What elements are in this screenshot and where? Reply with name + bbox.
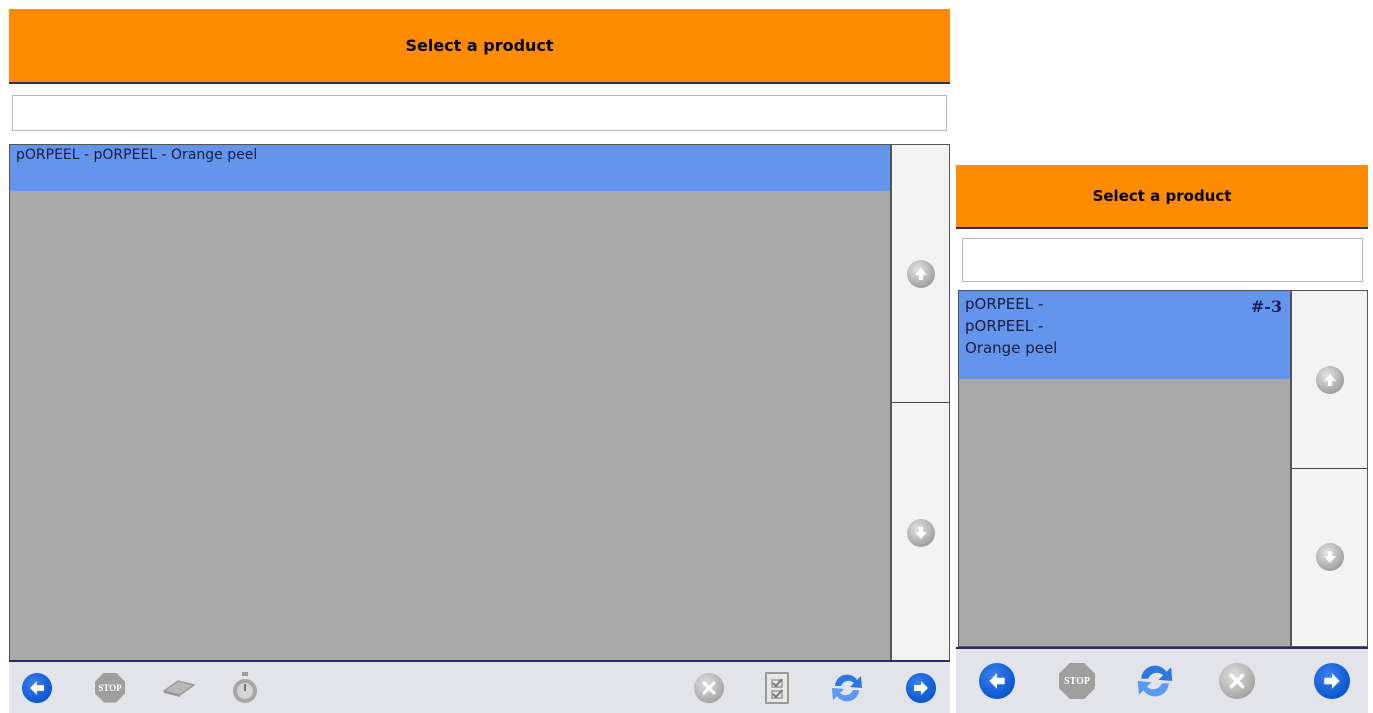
product-list: pORPEEL - pORPEEL - Orange peel #-3	[958, 290, 1291, 647]
back-arrow-icon	[979, 663, 1015, 699]
search-input[interactable]	[12, 95, 947, 131]
stop-button[interactable]: STOP	[95, 672, 125, 703]
scrollbar	[891, 144, 950, 663]
scroll-down-button[interactable]	[1292, 468, 1367, 646]
page-title: Select a product	[9, 9, 950, 84]
header-title: Select a product	[1092, 187, 1232, 205]
checklist-button[interactable]	[764, 671, 790, 705]
checklist-icon	[765, 671, 789, 704]
list-item-line: pORPEEL -	[965, 317, 1044, 335]
search-area	[9, 84, 950, 144]
item-count-badge: #-3	[1250, 297, 1282, 316]
stopwatch-icon	[233, 671, 257, 703]
stop-icon-label: STOP	[1064, 675, 1090, 687]
erase-button[interactable]	[160, 677, 198, 699]
product-list: pORPEEL - pORPEEL - Orange peel	[9, 144, 891, 663]
back-arrow-icon	[22, 672, 52, 703]
scrollbar	[1291, 290, 1368, 647]
list-item[interactable]: pORPEEL - pORPEEL - Orange peel	[10, 145, 890, 191]
search-input[interactable]	[962, 238, 1363, 282]
bottom-toolbar: STOP	[956, 647, 1368, 713]
list-item-line: Orange peel	[965, 339, 1058, 357]
arrow-up-icon	[1315, 365, 1344, 394]
arrow-down-icon	[906, 518, 935, 547]
list-item-label: pORPEEL - pORPEEL - Orange peel	[16, 147, 258, 163]
arrow-down-icon	[1315, 543, 1344, 571]
product-selector-large: Select a product pORPEEL - pORPEEL - Ora…	[9, 9, 950, 713]
arrow-up-icon	[906, 259, 935, 288]
refresh-icon	[1137, 665, 1173, 697]
cancel-button[interactable]	[694, 672, 724, 703]
stop-icon: STOP	[1059, 663, 1095, 699]
forward-button[interactable]	[1314, 663, 1350, 699]
timer-button[interactable]	[231, 671, 259, 705]
list-item[interactable]: pORPEEL - pORPEEL - Orange peel #-3	[959, 291, 1290, 379]
header-title: Select a product	[405, 36, 554, 55]
refresh-button[interactable]	[827, 668, 867, 708]
page-title: Select a product	[956, 165, 1368, 229]
list-item-line: pORPEEL -	[965, 295, 1044, 313]
stop-button[interactable]: STOP	[1059, 663, 1095, 699]
stop-icon: STOP	[95, 672, 125, 703]
cancel-icon	[694, 672, 724, 703]
bottom-toolbar: STOP	[9, 660, 950, 713]
refresh-button[interactable]	[1132, 658, 1178, 704]
forward-arrow-icon	[1314, 663, 1350, 699]
scroll-up-button[interactable]	[1292, 291, 1367, 469]
cancel-button[interactable]	[1219, 663, 1255, 699]
eraser-icon	[162, 679, 196, 697]
scroll-down-button[interactable]	[892, 403, 949, 662]
scroll-up-button[interactable]	[892, 145, 949, 403]
refresh-icon	[832, 674, 862, 701]
stop-icon-label: STOP	[98, 682, 122, 693]
search-area	[956, 229, 1368, 290]
forward-arrow-icon	[906, 672, 936, 703]
back-button[interactable]	[979, 663, 1015, 699]
back-button[interactable]	[22, 672, 52, 703]
product-selector-small: Select a product pORPEEL - pORPEEL - Ora…	[956, 165, 1368, 713]
cancel-icon	[1219, 663, 1255, 699]
forward-button[interactable]	[906, 672, 936, 703]
